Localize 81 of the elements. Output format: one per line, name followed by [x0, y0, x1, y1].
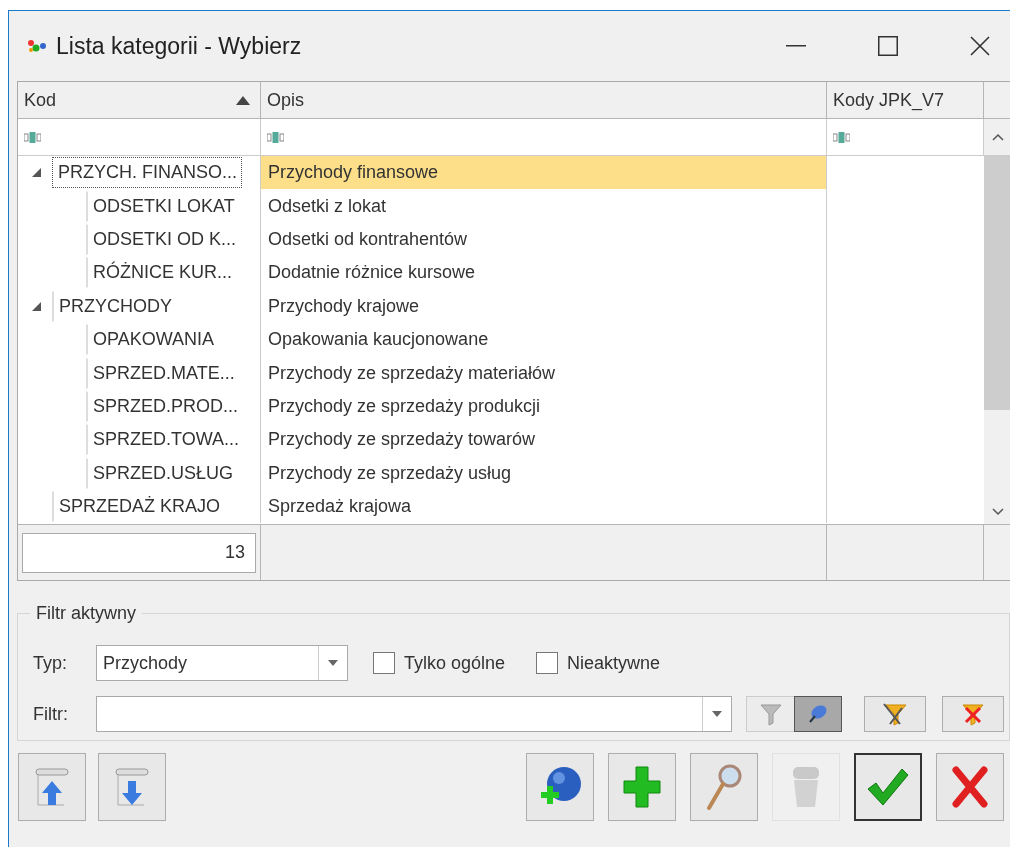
dropdown-arrow-icon	[328, 660, 338, 666]
expanded-icon[interactable]	[32, 301, 41, 311]
close-icon[interactable]	[970, 36, 990, 56]
group-title: Filtr aktywny	[30, 603, 142, 624]
maximize-icon[interactable]	[878, 36, 898, 56]
preview-button[interactable]	[690, 753, 758, 821]
tree-row[interactable]: RÓŻNICE KUR...	[18, 256, 261, 290]
tree-row[interactable]: PRZYCH. FINANSO...	[18, 156, 261, 190]
cross-icon	[952, 766, 988, 808]
move-up-button[interactable]	[18, 753, 86, 821]
text-filter-icon[interactable]	[833, 131, 850, 143]
category-code: SPRZED.USŁUG	[86, 457, 239, 489]
category-code: PRZYCH. FINANSO...	[52, 157, 242, 189]
category-code: RÓŻNICE KUR...	[86, 257, 237, 289]
category-description: Odsetki z lokat	[261, 189, 827, 223]
text-filter-icon[interactable]	[24, 131, 41, 143]
category-description: Przychody ze sprzedaży produkcji	[261, 389, 827, 424]
type-label: Typ:	[33, 652, 68, 674]
tree-row[interactable]: SPRZED.USŁUG	[18, 456, 261, 490]
magnifier-icon	[704, 763, 744, 811]
pin-button[interactable]	[794, 696, 842, 732]
filter-field[interactable]	[96, 696, 732, 732]
plus-icon	[622, 765, 662, 809]
clear-filter-button[interactable]	[942, 696, 1004, 732]
category-description: Sprzedaż krajowa	[261, 489, 827, 524]
tree-row[interactable]: OPAKOWANIA	[18, 322, 261, 357]
category-code: SPRZED.MATE...	[86, 357, 240, 389]
filter-builder-button[interactable]	[864, 696, 926, 732]
column-header[interactable]: Kody JPK_V7	[827, 82, 984, 118]
category-code: ODSETKI LOKAT	[86, 190, 240, 222]
tree-row[interactable]: SPRZEDAŻ KRAJO	[18, 489, 261, 524]
category-code: ODSETKI OD K...	[86, 223, 242, 255]
row-count: 13	[22, 532, 256, 573]
category-description: Przychody ze sprzedaży towarów	[261, 423, 827, 457]
funnel-tools-icon	[882, 702, 908, 726]
filter-label: Filtr:	[33, 703, 69, 725]
category-description: Przychody finansowe	[261, 156, 827, 190]
arrow-down-icon	[112, 765, 152, 809]
category-description: Przychody ze sprzedaży usług	[261, 456, 827, 490]
tree-row[interactable]: SPRZED.PROD...	[18, 389, 261, 424]
type-dropdown[interactable]: Przychody	[96, 645, 348, 681]
expanded-icon[interactable]	[32, 168, 41, 178]
cancel-button[interactable]	[936, 753, 1004, 821]
tree-row[interactable]: PRZYCHODY	[18, 289, 261, 323]
category-code: SPRZEDAŻ KRAJO	[52, 491, 226, 523]
category-code: OPAKOWANIA	[86, 324, 220, 356]
trash-icon	[790, 765, 822, 809]
tree-row[interactable]: SPRZED.TOWA...	[18, 423, 261, 457]
tree-row[interactable]: ODSETKI LOKAT	[18, 189, 261, 223]
category-description: Przychody krajowe	[261, 289, 827, 323]
tree-row[interactable]: ODSETKI OD K...	[18, 222, 261, 257]
column-header[interactable]: Kod	[18, 82, 261, 118]
category-code: PRZYCHODY	[52, 290, 177, 322]
category-description: Dodatnie różnice kursowe	[261, 256, 827, 290]
scrollbar-thumb[interactable]	[984, 156, 1010, 410]
scroll-down-icon[interactable]	[991, 508, 1004, 516]
checkbox-label[interactable]: Nieaktywne	[567, 652, 661, 674]
confirm-button[interactable]	[854, 753, 922, 821]
funnel-cross-icon	[960, 702, 986, 726]
category-description: Opakowania kaucjonowane	[261, 322, 827, 357]
category-code: SPRZED.PROD...	[86, 390, 244, 422]
category-code: SPRZED.TOWA...	[86, 424, 244, 456]
window-title: Lista kategorii - Wybierz	[56, 32, 302, 60]
funnel-icon	[758, 702, 783, 726]
category-description: Odsetki od kontrahentów	[261, 222, 827, 257]
text-filter-icon[interactable]	[267, 131, 284, 143]
tree-row[interactable]: SPRZED.MATE...	[18, 356, 261, 390]
category-description: Przychody ze sprzedaży materiałów	[261, 356, 827, 390]
add-button[interactable]	[608, 753, 676, 821]
add-global-button[interactable]	[526, 753, 594, 821]
arrow-up-icon	[32, 765, 72, 809]
move-down-button[interactable]	[98, 753, 166, 821]
checkbox-label[interactable]: Tylko ogólne	[404, 652, 506, 674]
checkbox[interactable]	[373, 652, 395, 674]
checkmark-icon	[866, 767, 910, 807]
checkbox[interactable]	[536, 652, 559, 674]
dropdown-arrow-icon	[712, 711, 722, 717]
app-logo-icon	[27, 39, 47, 53]
minimize-icon[interactable]	[786, 45, 806, 47]
column-header[interactable]: Opis	[261, 82, 827, 118]
scroll-up-icon[interactable]	[991, 133, 1004, 141]
